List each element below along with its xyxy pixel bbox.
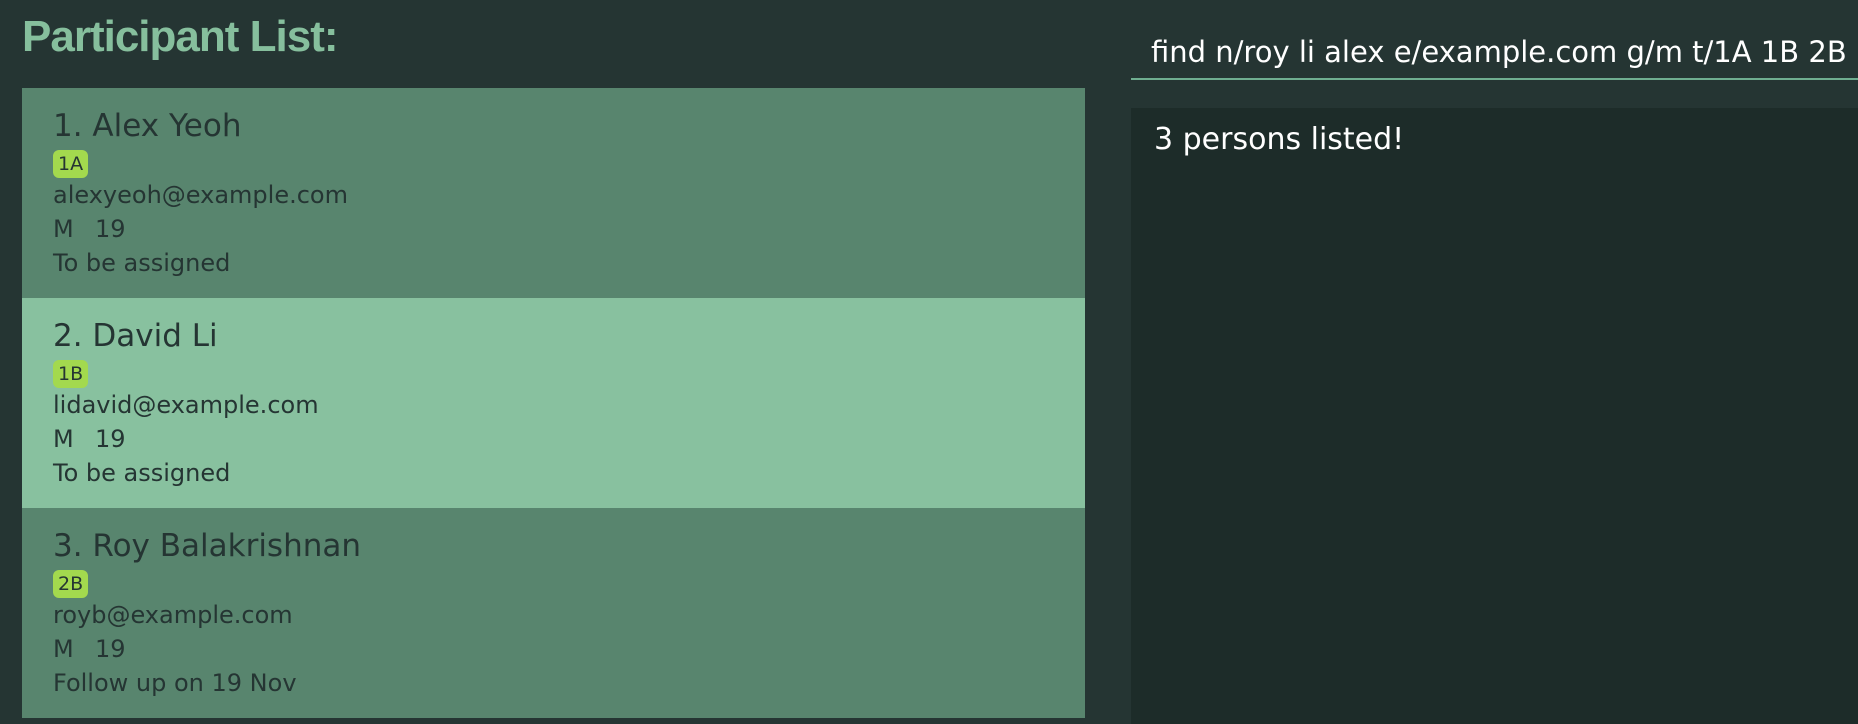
participant-name: 1. Alex Yeoh (53, 108, 242, 144)
participant-note: To be assigned (53, 249, 231, 277)
participant-tag: 1A (53, 150, 89, 178)
participant-email: lidavid@example.com (53, 391, 319, 419)
participant-card[interactable]: 3. Roy Balakrishnan 2B royb@example.com … (22, 508, 1085, 718)
result-display[interactable]: 3 persons listed! (1131, 108, 1858, 724)
page-title: Participant List: (22, 12, 338, 61)
participant-note: Follow up on 19 Nov (53, 669, 297, 697)
participant-name: 2. David Li (53, 318, 218, 354)
participant-gender: M (53, 425, 74, 453)
command-panel: 3 persons listed! (1131, 0, 1858, 724)
participant-gender-age: M 19 (53, 632, 1085, 666)
participant-email: royb@example.com (53, 601, 293, 629)
participant-email: alexyeoh@example.com (53, 181, 348, 209)
participant-name: 3. Roy Balakrishnan (53, 528, 362, 564)
participant-list-panel: Participant List: 1. Alex Yeoh 1A alexye… (22, 0, 1085, 724)
participant-card-selected[interactable]: 2. David Li 1B lidavid@example.com M 19 T… (22, 298, 1085, 508)
participant-age: 19 (95, 635, 126, 663)
participant-tag: 1B (53, 360, 89, 388)
participant-age: 19 (95, 215, 126, 243)
participant-list[interactable]: 1. Alex Yeoh 1A alexyeoh@example.com M 19… (22, 88, 1085, 718)
command-input[interactable] (1131, 10, 1858, 80)
participant-card[interactable]: 1. Alex Yeoh 1A alexyeoh@example.com M 19… (22, 88, 1085, 298)
participant-tag: 2B (53, 570, 89, 598)
participant-gender-age: M 19 (53, 212, 1085, 246)
participant-age: 19 (95, 425, 126, 453)
participant-note: To be assigned (53, 459, 231, 487)
participant-gender-age: M 19 (53, 422, 1085, 456)
result-message: 3 persons listed! (1154, 122, 1405, 157)
participant-gender: M (53, 635, 74, 663)
participant-gender: M (53, 215, 74, 243)
